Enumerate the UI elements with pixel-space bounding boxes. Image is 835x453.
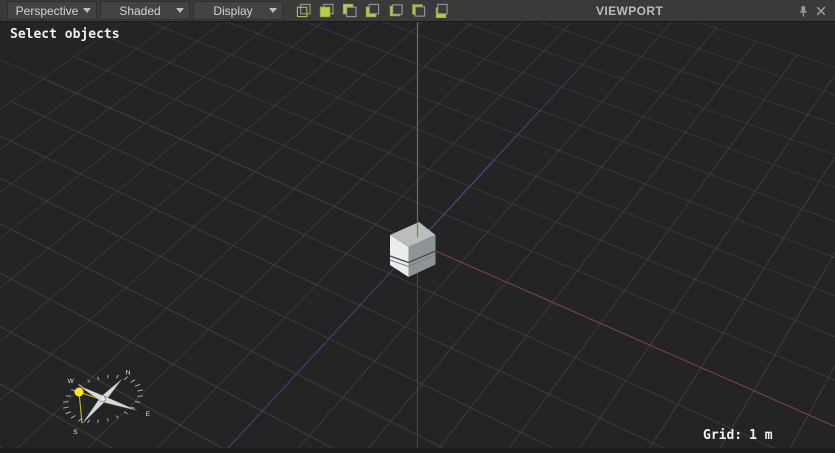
pin-button[interactable]: [796, 3, 811, 19]
viewport-layout-3-icon: [342, 3, 357, 18]
grid-value: 1 m: [749, 428, 773, 443]
compass-label-E: E: [146, 411, 151, 418]
viewport-layout-4-button[interactable]: [364, 3, 380, 19]
panel-bottom-edge: [0, 448, 835, 453]
compass-gizmo[interactable]: N E S W: [62, 370, 151, 436]
grid-label: Grid:: [703, 428, 743, 443]
viewport-layout-7-icon: [435, 3, 448, 18]
viewport-layout-2-icon: [319, 3, 334, 18]
shading-dropdown[interactable]: Shaded: [100, 1, 190, 20]
chevron-down-icon: [269, 8, 277, 13]
viewport-layout-5-button[interactable]: [387, 3, 403, 19]
viewport-layout-3-button[interactable]: [341, 3, 357, 19]
chevron-down-icon: [176, 8, 184, 13]
compass-label-S: S: [73, 429, 78, 436]
sun-indicator[interactable]: [74, 387, 84, 397]
viewport-canvas[interactable]: N E S W: [0, 22, 835, 453]
command-prompt: Select objects: [10, 27, 120, 42]
viewport-layout-5-icon: [389, 4, 403, 17]
close-icon: [816, 6, 825, 16]
viewport-layout-7-button[interactable]: [433, 3, 449, 19]
pin-icon: [800, 5, 807, 16]
close-button[interactable]: [813, 3, 828, 19]
chevron-down-icon: [83, 8, 91, 13]
viewport-layout-4-icon: [365, 3, 379, 18]
grid-size-readout: Grid: 1 m: [703, 428, 773, 443]
panel-title: VIEWPORT: [596, 4, 664, 18]
compass-label-W: W: [68, 378, 75, 385]
display-dropdown[interactable]: Display: [193, 1, 283, 20]
viewport-layout-2-button[interactable]: [318, 3, 334, 19]
viewport-layout-6-icon: [411, 4, 425, 17]
viewport-layout-buttons: [295, 3, 449, 19]
viewport-toolbar: Perspective Shaded Display VIEWPORT: [0, 0, 835, 22]
compass-label-N: N: [126, 370, 131, 377]
viewport-panel: Perspective Shaded Display VIEWPORT N E …: [0, 0, 835, 453]
viewport-layout-1-icon: [296, 3, 311, 18]
dropdown-row: Perspective Shaded Display: [7, 1, 283, 20]
viewport-layout-1-button[interactable]: [295, 3, 311, 19]
viewport-layout-6-button[interactable]: [410, 3, 426, 19]
perspective-dropdown[interactable]: Perspective: [7, 1, 97, 20]
